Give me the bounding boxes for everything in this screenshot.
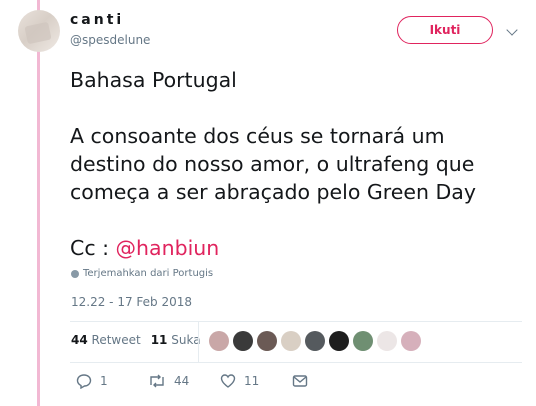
mention-link[interactable]: @hanbiun bbox=[116, 236, 220, 260]
liker-avatar[interactable] bbox=[257, 331, 277, 351]
liker-avatar[interactable] bbox=[401, 331, 421, 351]
retweet-count: 44 bbox=[174, 374, 190, 388]
follow-button[interactable]: Ikuti bbox=[397, 16, 493, 44]
liker-avatar[interactable] bbox=[281, 331, 301, 351]
retweet-icon bbox=[150, 374, 164, 388]
action-bar: 1 44 11 bbox=[76, 373, 364, 389]
liker-avatar[interactable] bbox=[305, 331, 325, 351]
retweet-stat-count: 44 bbox=[71, 333, 88, 347]
liker-avatar[interactable] bbox=[209, 331, 229, 351]
like-count: 11 bbox=[244, 374, 260, 388]
liker-avatar[interactable] bbox=[377, 331, 397, 351]
stats-separator bbox=[198, 322, 199, 362]
reply-button[interactable]: 1 bbox=[76, 373, 148, 389]
retweet-button[interactable]: 44 bbox=[148, 373, 220, 389]
cc-prefix: Cc : bbox=[70, 236, 116, 260]
divider bbox=[70, 362, 522, 363]
translate-label[interactable]: Terjemahkan dari Portugis bbox=[83, 268, 213, 279]
liker-avatar[interactable] bbox=[353, 331, 373, 351]
retweet-stat-label: Retweet bbox=[91, 333, 141, 347]
reply-count: 1 bbox=[100, 374, 108, 388]
divider bbox=[70, 321, 522, 322]
heart-icon bbox=[220, 374, 236, 388]
user-handle[interactable]: @spesdelune bbox=[70, 33, 150, 47]
message-icon bbox=[292, 375, 308, 387]
translate-link[interactable]: Terjemahkan dari Portugis bbox=[71, 268, 213, 279]
tweet-line-cc: Cc : @hanbiun bbox=[70, 234, 522, 262]
retweet-stat[interactable]: 44 Retweet bbox=[71, 333, 141, 347]
thread-line bbox=[37, 0, 40, 406]
tweet-line-language: Bahasa Portugal bbox=[70, 68, 237, 92]
like-stat-count: 11 bbox=[150, 333, 168, 347]
tweet-line-body: A consoante dos céus se tornará um desti… bbox=[70, 124, 476, 204]
reply-icon bbox=[76, 374, 92, 389]
globe-icon bbox=[71, 269, 79, 278]
likers-avatars bbox=[209, 331, 421, 351]
tweet-text: Bahasa Portugal A consoante dos céus se … bbox=[70, 66, 522, 262]
avatar[interactable] bbox=[18, 10, 60, 52]
like-stat-label: Suka bbox=[171, 333, 201, 347]
stats-bar: 44 Retweet 11 Suka bbox=[71, 333, 211, 347]
chevron-down-icon[interactable] bbox=[506, 24, 518, 36]
liker-avatar[interactable] bbox=[233, 331, 253, 351]
like-button[interactable]: 11 bbox=[220, 373, 292, 389]
display-name[interactable]: canti bbox=[70, 12, 124, 28]
liker-avatar[interactable] bbox=[329, 331, 349, 351]
like-stat[interactable]: 11 Suka bbox=[151, 333, 201, 347]
direct-message-button[interactable] bbox=[292, 373, 364, 389]
timestamp[interactable]: 12.22 - 17 Feb 2018 bbox=[71, 295, 192, 309]
